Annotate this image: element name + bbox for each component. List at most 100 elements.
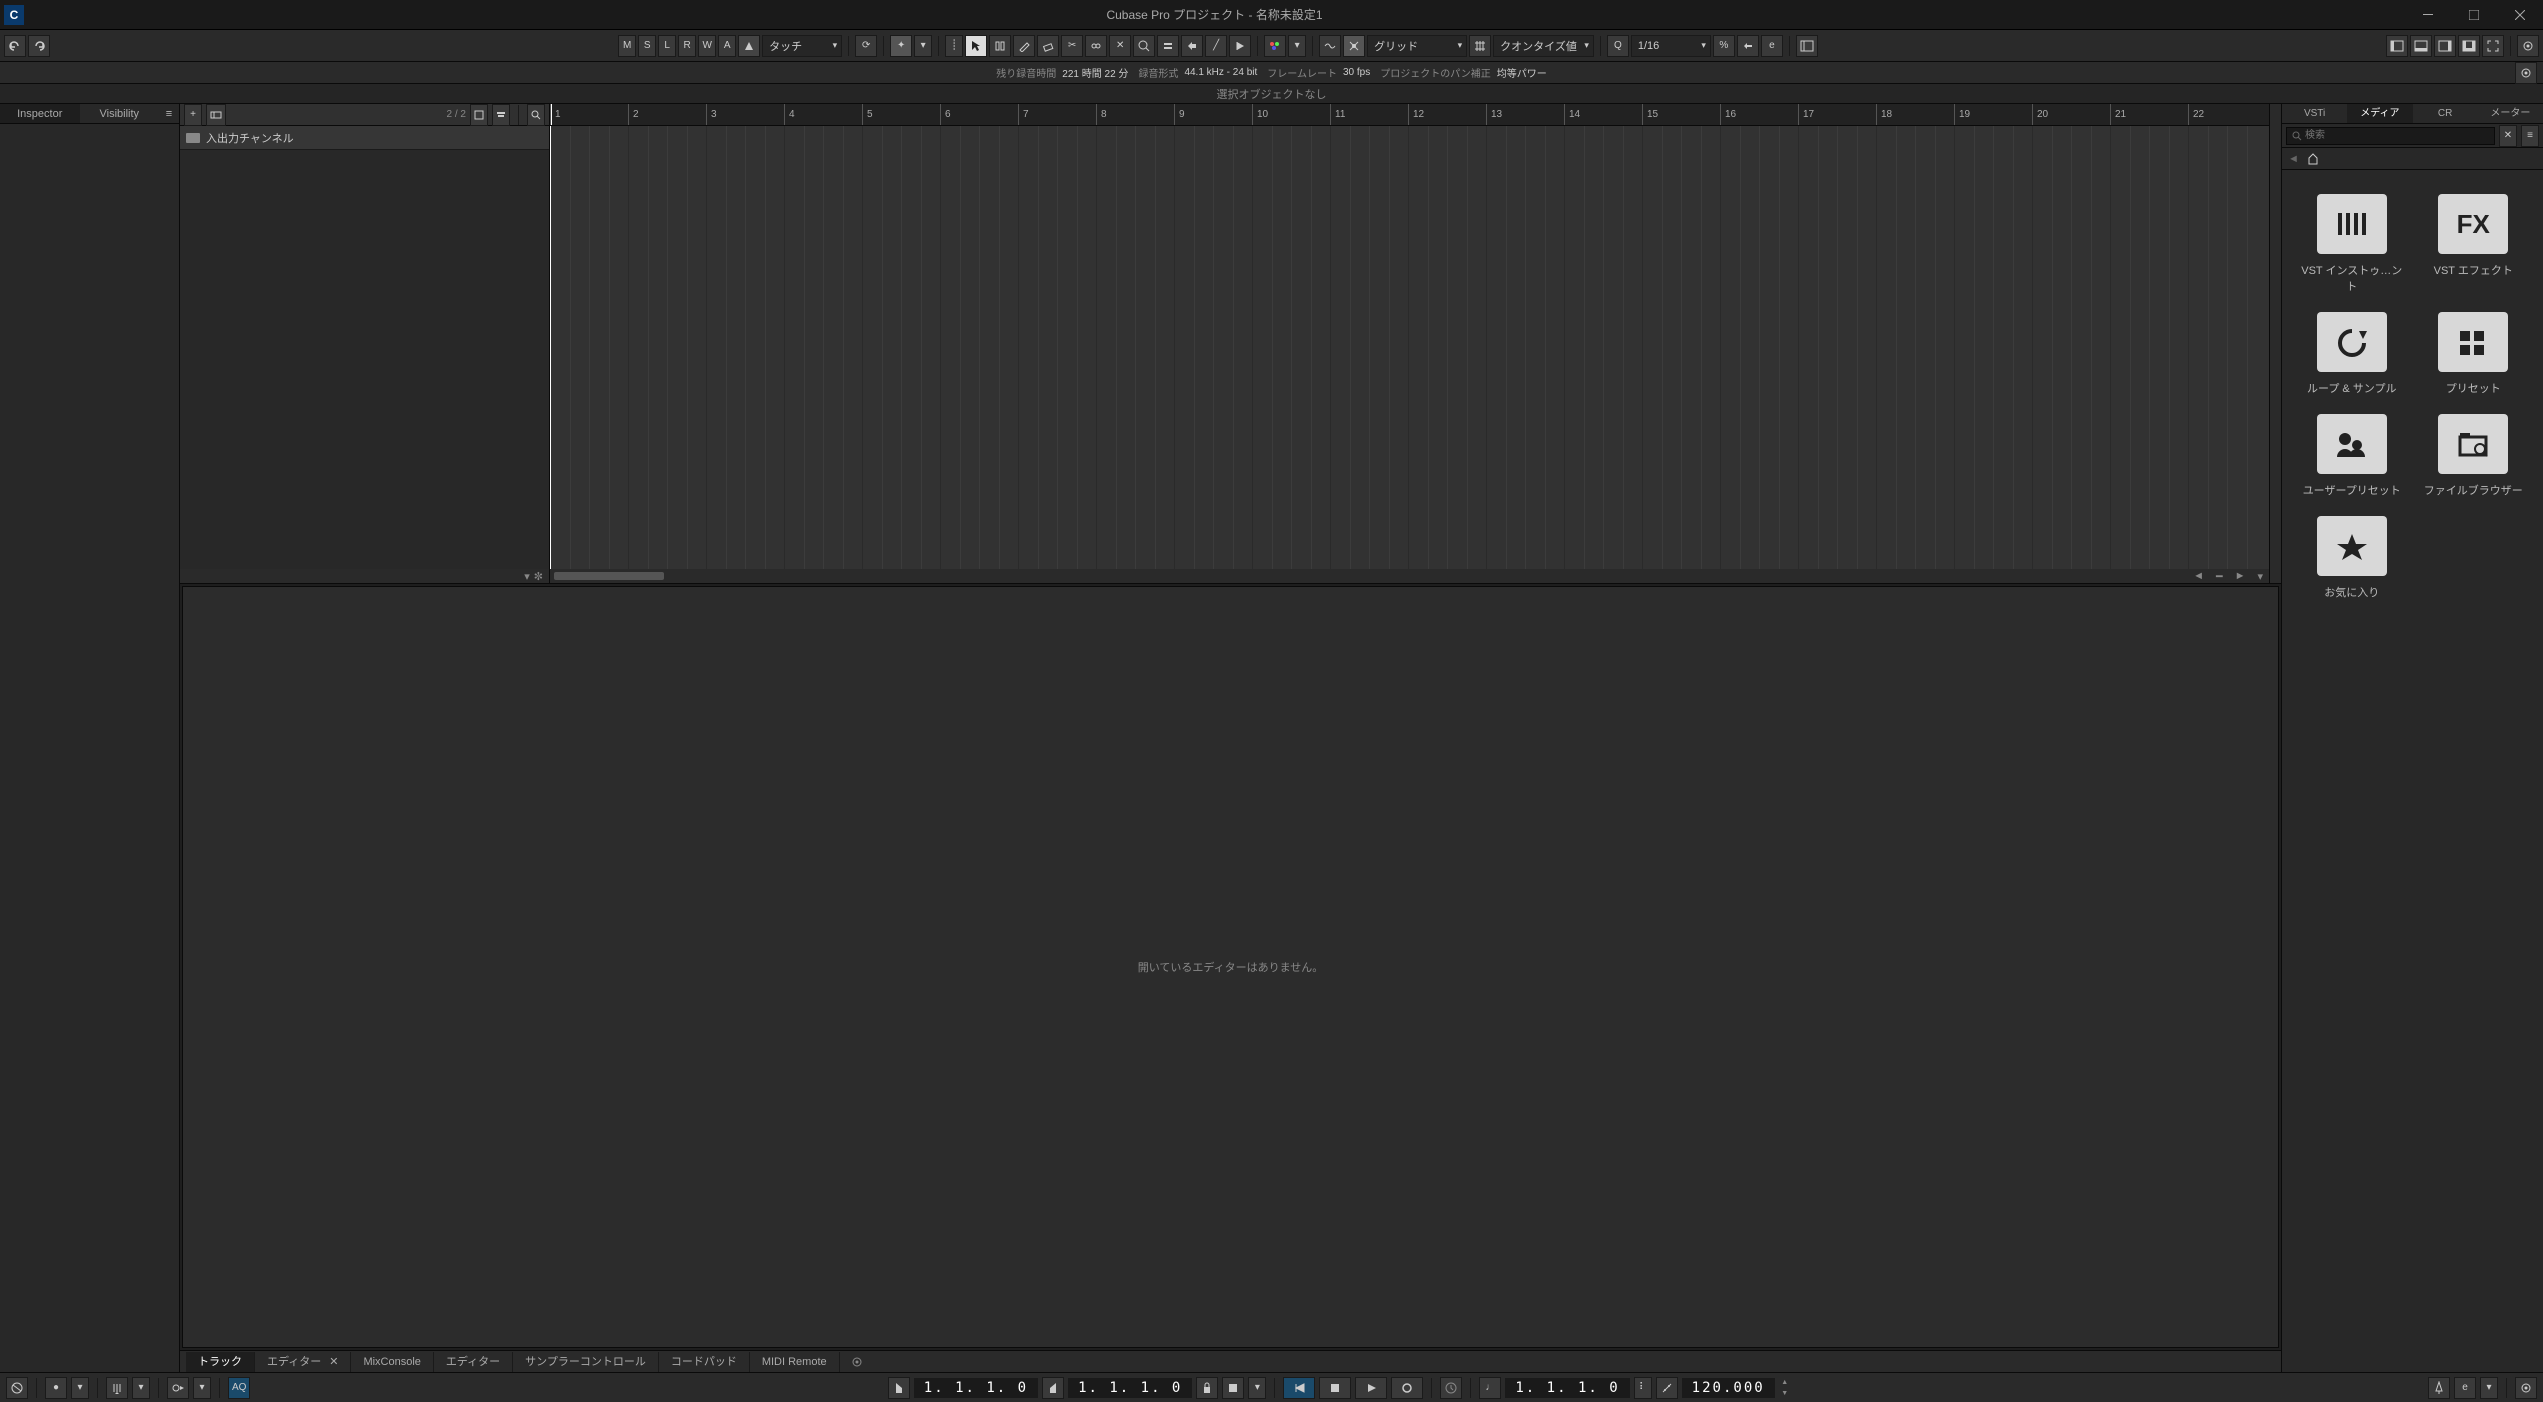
infobar-settings-button[interactable] <box>2515 62 2537 84</box>
transport-settings-button[interactable] <box>2515 1377 2537 1399</box>
media-item-vsti[interactable]: VST インストゥ…ント <box>2300 194 2404 294</box>
click-dropdown[interactable]: ▾ <box>2480 1377 2498 1399</box>
grid-type-button[interactable] <box>1469 35 1491 57</box>
cross-button[interactable]: ✦ <box>890 35 912 57</box>
automation-panel-button[interactable] <box>738 35 760 57</box>
iterative-button[interactable] <box>1737 35 1759 57</box>
stop-button[interactable] <box>1319 1377 1351 1399</box>
tempo-display[interactable]: 120.000 <box>1682 1378 1775 1398</box>
left-locator[interactable]: 1. 1. 1. 0 <box>914 1378 1038 1398</box>
draw-tool[interactable] <box>1013 35 1035 57</box>
home-icon[interactable] <box>2307 153 2319 165</box>
record-button[interactable] <box>1391 1377 1423 1399</box>
tempo-format-button[interactable]: ♩ <box>1479 1377 1501 1399</box>
zone-left-button[interactable] <box>2386 35 2408 57</box>
toolbar-settings-button[interactable] <box>2517 35 2539 57</box>
mute-tool[interactable]: ✕ <box>1109 35 1131 57</box>
tab-editor[interactable]: エディター✕ <box>255 1352 351 1372</box>
read-button[interactable]: R <box>678 35 696 57</box>
comp-tool[interactable] <box>1157 35 1179 57</box>
track-search-button[interactable] <box>527 104 545 126</box>
play-tool[interactable] <box>1229 35 1251 57</box>
layout-button[interactable] <box>1796 35 1818 57</box>
timeline[interactable] <box>550 126 2269 569</box>
soft-quantize-button[interactable]: % <box>1713 35 1735 57</box>
undo-button[interactable] <box>4 35 26 57</box>
preroll-button[interactable] <box>167 1377 189 1399</box>
tab-editor2[interactable]: エディター <box>434 1352 513 1372</box>
snap-zero-button[interactable] <box>1319 35 1341 57</box>
redo-button[interactable] <box>28 35 50 57</box>
cycle-button[interactable]: ⟳ <box>855 35 877 57</box>
track-settings-button[interactable]: ✼ <box>534 570 543 583</box>
write-button[interactable]: W <box>698 35 716 57</box>
track-preset-button[interactable] <box>206 104 226 126</box>
playhead[interactable] <box>550 126 551 569</box>
punch-in-button[interactable]: ● <box>45 1377 67 1399</box>
erase-tool[interactable] <box>1037 35 1059 57</box>
tab-mixconsole[interactable]: MixConsole <box>351 1352 433 1372</box>
tab-meter[interactable]: メーター <box>2478 104 2543 123</box>
listen-button[interactable]: L <box>658 35 676 57</box>
zone-right-button[interactable] <box>2434 35 2456 57</box>
snap-type-dropdown[interactable]: グリッド <box>1367 35 1467 57</box>
solo-all-button[interactable]: S <box>638 35 656 57</box>
count-in-button[interactable]: e <box>2454 1377 2476 1399</box>
inspector-tab[interactable]: Inspector <box>0 104 80 123</box>
position-menu[interactable]: ⠇ <box>1634 1377 1652 1399</box>
track-filter-button[interactable] <box>492 104 510 126</box>
tempo-track-button[interactable] <box>1656 1377 1678 1399</box>
hzoom-menu[interactable]: ▾ <box>2251 570 2269 583</box>
expand-button[interactable] <box>2482 35 2504 57</box>
rewind-button[interactable] <box>1283 1377 1315 1399</box>
timeline-vscroll[interactable] <box>2269 104 2281 583</box>
quantize-panel-button[interactable]: e <box>1761 35 1783 57</box>
marker-dropdown[interactable]: ▾ <box>132 1377 150 1399</box>
hzoom-slider[interactable]: ━ <box>2210 570 2229 583</box>
preroll-dropdown[interactable]: ▾ <box>193 1377 211 1399</box>
line-tool[interactable]: ╱ <box>1205 35 1227 57</box>
back-button[interactable]: ◄ <box>2288 153 2299 165</box>
range-tool[interactable] <box>989 35 1011 57</box>
punch-dropdown[interactable]: ▾ <box>71 1377 89 1399</box>
zone-all-button[interactable] <box>2458 35 2480 57</box>
color-tool[interactable] <box>1264 35 1286 57</box>
track-row[interactable]: 入出力チャンネル <box>180 126 549 150</box>
color-dropdown[interactable]: ▾ <box>1288 35 1306 57</box>
lock-button[interactable] <box>1196 1377 1218 1399</box>
locator-dropdown[interactable]: ▾ <box>1248 1377 1266 1399</box>
a-button[interactable]: A <box>718 35 736 57</box>
quantize-value-dropdown[interactable]: 1/16 <box>1631 35 1711 57</box>
position-display[interactable]: 1. 1. 1. 0 <box>1505 1378 1629 1398</box>
split-tool[interactable]: ✂ <box>1061 35 1083 57</box>
tab-vsti[interactable]: VSTi <box>2282 104 2347 123</box>
media-item-file[interactable]: ファイルブラウザー <box>2422 414 2526 498</box>
locator-right-button[interactable] <box>1042 1377 1064 1399</box>
track-height-button[interactable]: ▾ <box>524 570 530 583</box>
inspector-sort-button[interactable]: ≡ <box>159 104 179 123</box>
timewarp-tool[interactable] <box>1181 35 1203 57</box>
media-item-user[interactable]: ユーザープリセット <box>2300 414 2404 498</box>
ruler[interactable]: 12345678910111213141516171819202122 <box>550 104 2269 126</box>
search-input[interactable] <box>2286 127 2495 145</box>
right-locator[interactable]: 1. 1. 1. 0 <box>1068 1378 1192 1398</box>
quantize-preset-dropdown[interactable]: クオンタイズ値 <box>1493 35 1594 57</box>
divider-button[interactable]: ┊ <box>945 35 963 57</box>
snap-button[interactable] <box>1343 35 1365 57</box>
tab-chord[interactable]: コードパッド <box>659 1352 750 1372</box>
locator-left-button[interactable] <box>888 1377 910 1399</box>
hzoom-out[interactable]: ◄ <box>2187 570 2210 582</box>
media-item-loop[interactable]: ループ & サンプル <box>2300 312 2404 396</box>
retrospective-button[interactable] <box>1440 1377 1462 1399</box>
locator-cycle-button[interactable] <box>1222 1377 1244 1399</box>
search-clear-button[interactable]: ✕ <box>2499 125 2517 147</box>
tab-sampler[interactable]: サンプラーコントロール <box>513 1352 659 1372</box>
maximize-button[interactable] <box>2451 0 2497 30</box>
aq-button[interactable]: AQ <box>228 1377 250 1399</box>
glue-tool[interactable] <box>1085 35 1107 57</box>
tab-cr[interactable]: CR <box>2413 104 2478 123</box>
close-icon[interactable]: ✕ <box>329 1352 338 1372</box>
play-button[interactable] <box>1355 1377 1387 1399</box>
automation-mode-dropdown[interactable]: タッチ <box>762 35 842 57</box>
tab-media[interactable]: メディア <box>2347 104 2412 123</box>
